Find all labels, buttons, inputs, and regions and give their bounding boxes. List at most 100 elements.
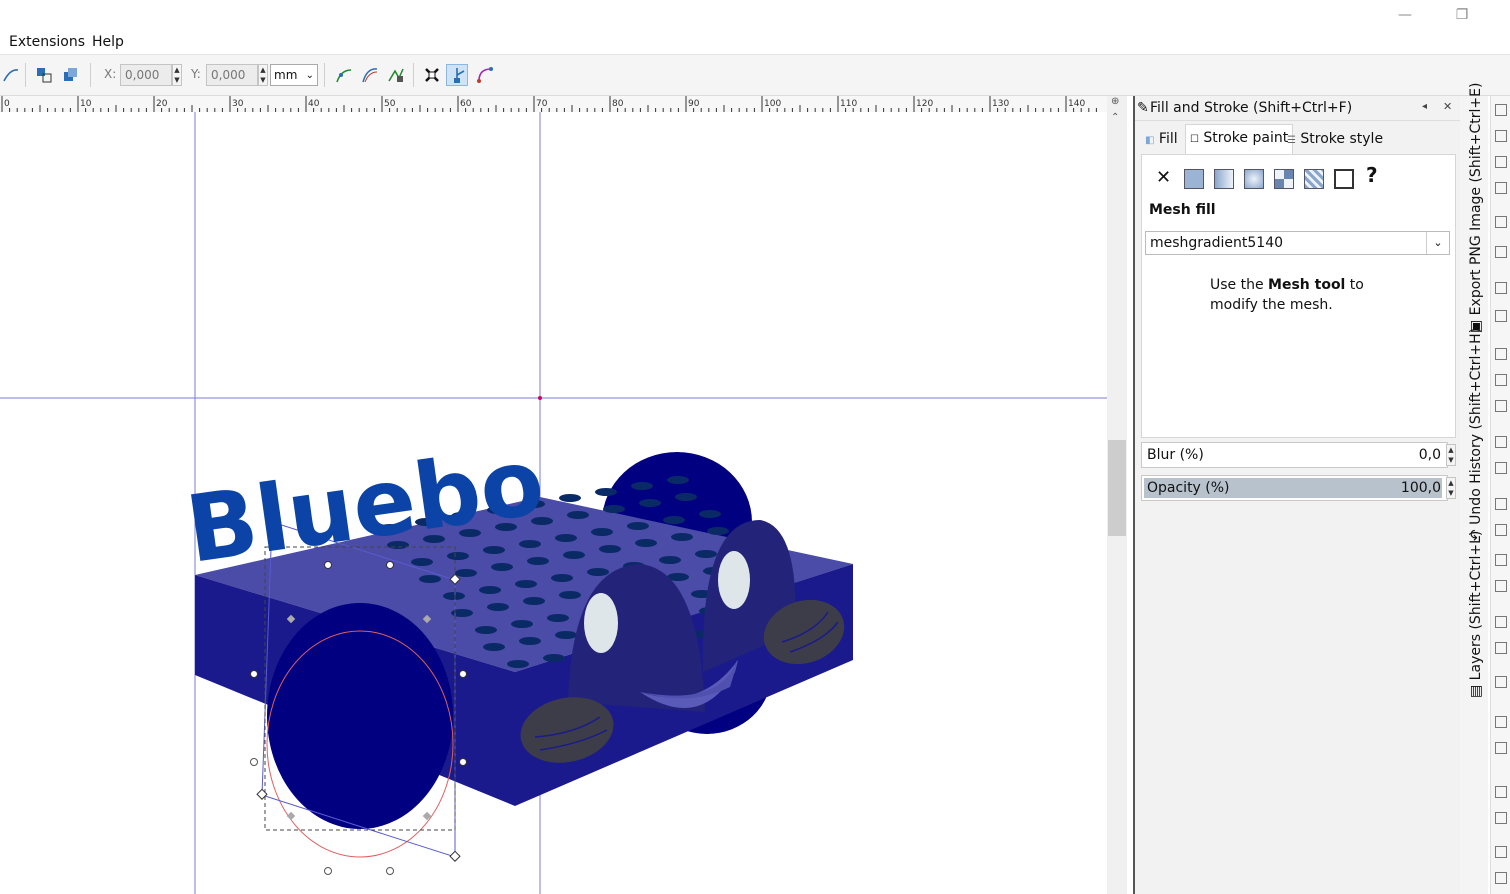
swatch-icon[interactable]: [1334, 169, 1354, 189]
mesh-gradient-name: meshgradient5140: [1150, 235, 1284, 251]
stroke-to-path-icon[interactable]: [59, 64, 81, 86]
x-coordinate-input[interactable]: [120, 64, 172, 86]
object-to-path-icon[interactable]: [33, 64, 55, 86]
scroll-up-icon[interactable]: ⌃: [1111, 112, 1119, 123]
command-icon[interactable]: [1495, 436, 1507, 448]
vent-hole: [479, 586, 501, 594]
command-icon[interactable]: [1495, 580, 1507, 592]
zoom-corner-icon[interactable]: ⊕: [1111, 96, 1119, 107]
dock-tabs: ▣ Export PNG Image (Shift+Ctrl+E) ↶ Undo…: [1460, 83, 1488, 894]
node-handles-icon[interactable]: [446, 64, 468, 86]
command-icon[interactable]: [1495, 524, 1507, 536]
vent-hole: [559, 591, 581, 599]
x-spinner[interactable]: ▲ ▼: [172, 64, 182, 86]
command-icon[interactable]: [1495, 716, 1507, 728]
dock-tab-layers[interactable]: ▤ Layers (Shift+Ctrl+L): [1468, 531, 1484, 698]
selected-wheel[interactable]: [267, 603, 453, 829]
command-icon[interactable]: [1495, 216, 1507, 228]
node-join-icon[interactable]: [0, 64, 22, 86]
opacity-spinner[interactable]: ▲ ▼: [1446, 477, 1456, 499]
command-icon[interactable]: [1495, 182, 1507, 194]
command-icon[interactable]: [1495, 374, 1507, 386]
pattern-icon[interactable]: [1304, 169, 1324, 189]
fill-settings-area: ✕ ? Mesh fill meshgradient5140 ⌄ Use the…: [1141, 154, 1456, 438]
command-icon[interactable]: [1495, 642, 1507, 654]
vent-hole: [635, 539, 657, 547]
mode-title: Mesh fill: [1149, 202, 1216, 218]
restore-icon[interactable]: ❐: [1447, 4, 1477, 26]
ruler-tick-label: 70: [536, 99, 548, 109]
panel-collapse-icon[interactable]: ◂: [1422, 95, 1427, 119]
command-icon[interactable]: [1495, 156, 1507, 168]
hint-suffix: to: [1345, 277, 1364, 293]
ruler-tick-label: 80: [612, 99, 624, 109]
blur-field[interactable]: Blur (%) 0,0: [1141, 442, 1448, 468]
tab-fill[interactable]: ◧ Fill: [1145, 126, 1178, 152]
command-icon[interactable]: [1495, 246, 1507, 258]
dock-tab-export-label: Export PNG Image (Shift+Ctrl+E): [1468, 82, 1484, 316]
vent-hole: [559, 494, 581, 502]
command-icon[interactable]: [1495, 462, 1507, 474]
command-icon[interactable]: [1495, 786, 1507, 798]
title-bar: — ❐: [0, 0, 1510, 30]
left-eye[interactable]: [584, 593, 618, 653]
drawing[interactable]: Bluebo: [0, 112, 1107, 894]
command-icon[interactable]: [1495, 742, 1507, 754]
radial-gradient-icon[interactable]: [1244, 169, 1264, 189]
command-icon[interactable]: [1495, 104, 1507, 116]
mesh-gradient-select[interactable]: meshgradient5140 ⌄: [1145, 231, 1450, 255]
unit-select[interactable]: mm ⌄: [270, 64, 318, 86]
mask-path-icon[interactable]: [474, 64, 496, 86]
command-icon[interactable]: [1495, 616, 1507, 628]
command-icon[interactable]: [1495, 554, 1507, 566]
command-icon[interactable]: [1495, 130, 1507, 142]
y-label: Y:: [191, 67, 201, 81]
drawing-canvas[interactable]: Bluebo: [0, 112, 1107, 894]
stroke-style-icon: ☰: [1287, 135, 1296, 146]
path-effect-icon[interactable]: [385, 64, 407, 86]
vent-hole: [483, 546, 505, 554]
command-icon[interactable]: [1495, 676, 1507, 688]
command-icon[interactable]: [1495, 872, 1507, 884]
dock-tab-export[interactable]: ▣ Export PNG Image (Shift+Ctrl+E): [1468, 83, 1484, 333]
opacity-field[interactable]: Opacity (%) 100,0: [1141, 475, 1448, 501]
y-coordinate-input[interactable]: [206, 64, 258, 86]
panel-close-icon[interactable]: ✕: [1443, 95, 1452, 119]
no-paint-icon[interactable]: ✕: [1156, 167, 1171, 188]
unit-value: mm: [274, 68, 298, 82]
show-outline-icon[interactable]: [359, 64, 381, 86]
right-eye[interactable]: [718, 551, 750, 609]
chevron-down-icon[interactable]: ⌄: [1426, 232, 1449, 254]
command-icon[interactable]: [1495, 812, 1507, 824]
hint-line2: modify the mesh.: [1210, 297, 1333, 313]
flat-color-icon[interactable]: [1184, 169, 1204, 189]
mesh-gradient-icon[interactable]: [1274, 169, 1294, 189]
command-icon[interactable]: [1495, 282, 1507, 294]
ruler-scale: 0 10 20 30 40 50 60 70 80 90 100 110 120 130 140: [1, 96, 1097, 112]
command-icon[interactable]: [1495, 348, 1507, 360]
menu-help[interactable]: Help: [92, 34, 124, 50]
y-spinner[interactable]: ▲ ▼: [258, 64, 268, 86]
command-icon[interactable]: [1495, 400, 1507, 412]
minimize-icon[interactable]: —: [1390, 4, 1420, 26]
tab-stroke-style[interactable]: ☰ Stroke style: [1287, 126, 1383, 152]
layers-icon: ▤: [1468, 680, 1484, 698]
linear-gradient-icon[interactable]: [1214, 169, 1234, 189]
dock-tab-undo-history[interactable]: ↶ Undo History (Shift+Ctrl+H): [1468, 328, 1484, 541]
fill-and-stroke-panel: ✎ Fill and Stroke (Shift+Ctrl+F) ◂ ✕ ◧ F…: [1133, 96, 1460, 894]
command-icon[interactable]: [1495, 310, 1507, 322]
horizontal-ruler[interactable]: 0 10 20 30 40 50 60 70 80 90 100 110 120 130 140: [0, 96, 1107, 113]
toolbar-separator: [324, 63, 325, 87]
blur-spinner[interactable]: ▲ ▼: [1446, 444, 1456, 466]
tab-stroke-style-label: Stroke style: [1300, 131, 1384, 147]
show-handles-icon[interactable]: [333, 64, 355, 86]
transform-handles-icon[interactable]: [421, 64, 443, 86]
command-icon[interactable]: [1495, 846, 1507, 858]
mesh-hint: Use the Mesh tool to modify the mesh.: [1210, 275, 1364, 315]
tab-stroke-paint[interactable]: ☐ Stroke paint: [1185, 124, 1294, 155]
command-icon[interactable]: [1495, 498, 1507, 510]
vent-hole: [551, 574, 573, 582]
scrollbar-thumb[interactable]: [1108, 440, 1126, 536]
menu-extensions[interactable]: Extensions: [9, 34, 85, 50]
unset-paint-icon[interactable]: ?: [1366, 163, 1378, 187]
